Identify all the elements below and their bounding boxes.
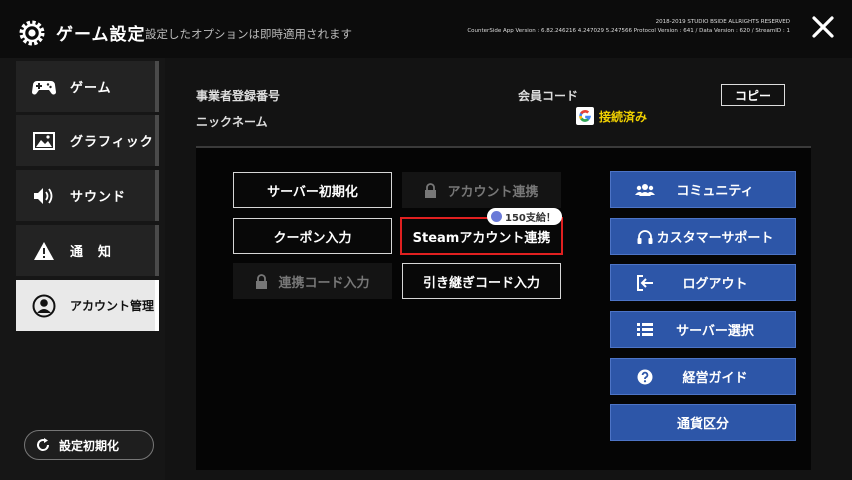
account-link-label: アカウント連携 [447,184,539,200]
copyright-text: 2018-2019 STUDIO BSIDE ALLRIGHTS RESERVE… [655,19,790,25]
reward-badge-text: 150支給！ [505,213,556,224]
speaker-icon [30,184,58,208]
logout-icon [633,265,657,300]
linked-status-text: 接続済み [599,109,648,124]
coupon-button[interactable]: クーポン入力 [233,218,392,254]
copy-button[interactable]: コピー [721,84,785,106]
lock-icon [425,182,437,198]
reset-settings-label: 設定初期化 [59,438,120,453]
google-icon [576,107,594,125]
list-icon [633,312,657,347]
coin-icon [491,211,502,222]
community-icon [633,172,657,207]
sidebar-item-graphics[interactable]: グラフィック [16,115,159,166]
coupon-label: クーポン入力 [273,230,352,246]
lock-icon [256,273,268,289]
link-code-label: 連携コード入力 [278,275,370,291]
refresh-icon [37,438,50,451]
transfer-code-button[interactable]: 引き継ぎコード入力 [402,263,561,299]
reward-badge: 150支給！ [487,208,562,225]
gamepad-icon [30,75,58,99]
help-icon [633,359,657,394]
sidebar-item-label: ゲーム [70,81,112,96]
logout-button[interactable]: ログアウト [610,264,796,301]
version-text: CounterSide App Version : 6.82.246216 4.… [467,28,790,34]
customer-support-button[interactable]: カスタマーサポート [610,218,796,255]
page-title: ゲーム設定 [56,25,146,45]
nickname-label: ニックネーム [196,115,268,129]
currency-button[interactable]: 通貨区分 [610,404,796,441]
sidebar-item-account[interactable]: アカウント管理 [16,280,159,331]
page-subtitle: 設定したオプションは即時適用されます [145,27,352,41]
currency-label: 通貨区分 [676,417,729,432]
community-button[interactable]: コミュニティ [610,171,796,208]
member-code-label: 会員コード [518,89,579,103]
server-reset-label: サーバー初期化 [267,184,358,200]
header-bar: ゲーム設定 設定したオプションは即時適用されます 2018-2019 STUDI… [0,0,852,58]
sidebar-item-sound[interactable]: サウンド [16,170,159,221]
close-icon[interactable] [810,14,836,40]
reset-settings-button[interactable]: 設定初期化 [24,430,154,460]
sidebar-item-label: アカウント管理 [70,299,155,313]
guide-button[interactable]: 経営ガイド [610,358,796,395]
server-select-button[interactable]: サーバー選択 [610,311,796,348]
gear-icon [19,20,45,46]
account-link-button[interactable]: アカウント連携 [402,172,561,208]
headset-icon [633,219,657,254]
sidebar-item-notification[interactable]: 通 知 [16,225,159,276]
link-code-button[interactable]: 連携コード入力 [233,263,392,299]
user-icon [30,294,58,318]
sidebar-item-label: 通 知 [70,245,113,260]
sidebar-item-game[interactable]: ゲーム [16,61,159,112]
image-icon [30,129,58,153]
steam-link-label: Steamアカウント連携 [412,230,551,246]
linked-status: 接続済み [576,107,647,125]
transfer-code-label: 引き継ぎコード入力 [422,275,540,291]
sidebar-item-label: サウンド [70,190,127,205]
warning-icon [30,239,58,263]
server-reset-button[interactable]: サーバー初期化 [233,172,392,208]
sidebar-item-label: グラフィック [70,135,154,150]
business-reg-label: 事業者登録番号 [196,89,281,103]
